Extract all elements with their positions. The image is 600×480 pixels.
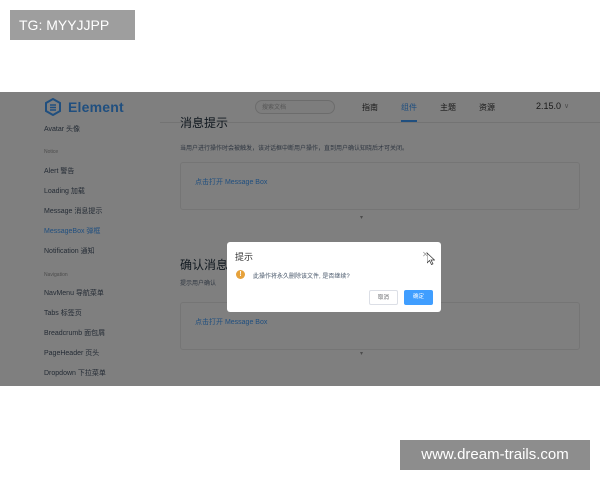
cancel-button[interactable]: 取消 bbox=[369, 290, 398, 305]
mouse-cursor-icon bbox=[427, 253, 435, 265]
watermark-label: www.dream-trails.com bbox=[400, 440, 590, 470]
dialog-title: 提示 bbox=[235, 252, 254, 262]
modal-overlay[interactable] bbox=[0, 92, 600, 386]
element-docs-screenshot: Element 搜索文档 指南 组件 主题 资源 2.15.0 ∨ Avatar… bbox=[0, 92, 600, 386]
confirm-button[interactable]: 确定 bbox=[404, 290, 433, 305]
dialog-message: 此操作将永久删除该文件, 是否继续? bbox=[253, 274, 350, 280]
warning-icon: ! bbox=[236, 270, 245, 279]
tg-label: TG: MYYJJPP bbox=[10, 10, 135, 40]
message-box-dialog: 提示 ✕ ! 此操作将永久删除该文件, 是否继续? 取消 确定 bbox=[227, 242, 441, 312]
